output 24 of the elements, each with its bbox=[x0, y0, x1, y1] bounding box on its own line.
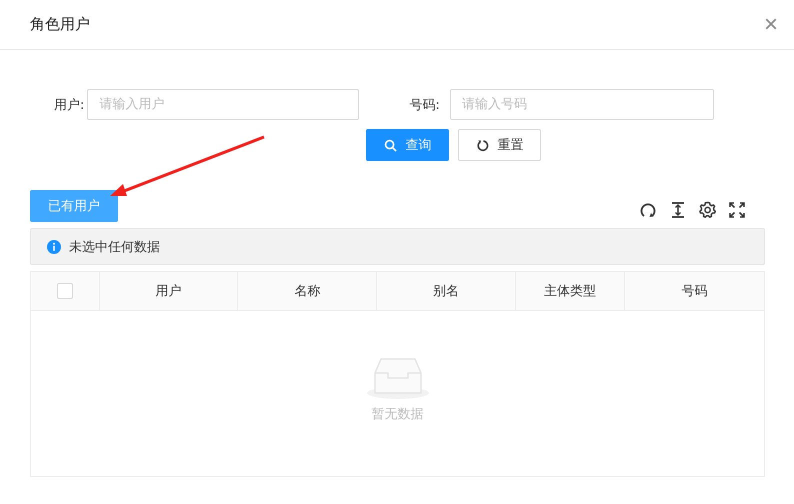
column-height-icon[interactable] bbox=[669, 201, 687, 219]
settings-icon[interactable] bbox=[699, 201, 717, 219]
alert-text: 未选中任何数据 bbox=[69, 238, 160, 256]
reset-button[interactable]: 重置 bbox=[458, 129, 541, 161]
column-header: 名称 bbox=[238, 272, 378, 310]
search-button[interactable]: 查询 bbox=[366, 129, 449, 161]
input-field[interactable]: 请输入号码 bbox=[450, 89, 714, 120]
refresh-icon[interactable] bbox=[639, 201, 657, 219]
column-header: 主体类型 bbox=[516, 272, 626, 310]
select-all-checkbox[interactable] bbox=[56, 283, 73, 299]
reset-icon bbox=[476, 138, 488, 152]
fullscreen-icon[interactable] bbox=[729, 202, 745, 218]
field-label: 用户: bbox=[54, 96, 84, 114]
dialog-title: 角色用户 bbox=[30, 15, 90, 34]
info-icon bbox=[47, 240, 61, 254]
column-header: 号码 bbox=[680, 283, 709, 301]
field-label: 号码: bbox=[409, 96, 440, 114]
empty-text: 暂无数据 bbox=[372, 406, 424, 423]
input-field[interactable]: 请输入用户 bbox=[87, 89, 360, 120]
close-button[interactable]: × bbox=[760, 12, 782, 36]
column-header: 别名 bbox=[377, 272, 516, 310]
search-icon bbox=[384, 138, 396, 152]
existing-users-button[interactable]: 已有用户 bbox=[30, 190, 118, 222]
column-header: 用户 bbox=[100, 272, 238, 310]
